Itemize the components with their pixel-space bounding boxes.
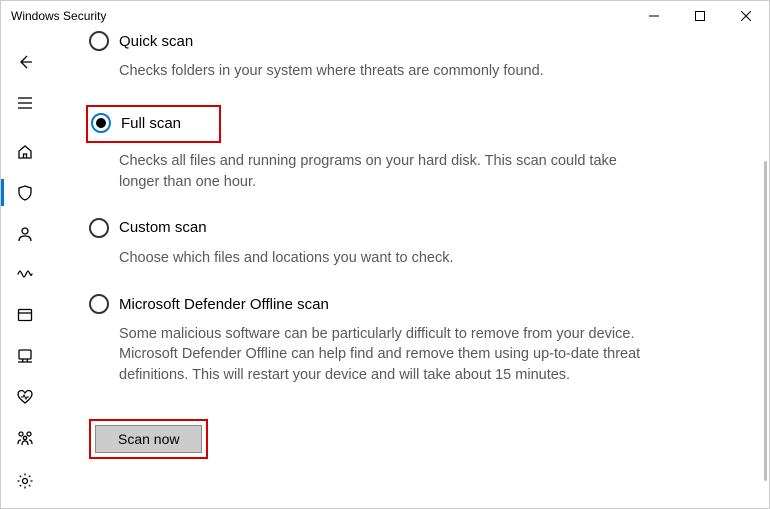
option-title: Microsoft Defender Offline scan [119, 296, 329, 313]
option-title: Quick scan [119, 33, 193, 50]
sidebar-item-firewall[interactable] [5, 255, 45, 294]
radio-icon [89, 294, 109, 314]
option-description: Some malicious software can be particula… [119, 324, 649, 385]
main-content: Quick scan Checks folders in your system… [49, 31, 769, 508]
hamburger-button[interactable] [5, 84, 45, 123]
sidebar-item-family[interactable] [5, 418, 45, 457]
option-description: Checks all files and running programs on… [119, 151, 649, 192]
option-custom-scan: Custom scan Choose which files and locat… [89, 216, 709, 268]
sidebar-item-virus-protection[interactable] [5, 173, 45, 212]
option-description: Choose which files and locations you wan… [119, 248, 649, 268]
sidebar-item-account[interactable] [5, 214, 45, 253]
scrollbar[interactable] [762, 31, 768, 507]
app-browser-icon [16, 306, 34, 324]
window-controls [631, 1, 769, 31]
radio-icon [91, 113, 111, 133]
back-button[interactable] [5, 43, 45, 82]
radio-icon [89, 218, 109, 238]
scrollbar-thumb[interactable] [764, 161, 767, 481]
option-description: Checks folders in your system where thre… [119, 61, 649, 81]
option-offline-scan: Microsoft Defender Offline scan Some mal… [89, 292, 709, 385]
sidebar-item-device-performance[interactable] [5, 377, 45, 416]
radio-custom-scan[interactable]: Custom scan [89, 216, 709, 240]
radio-offline-scan[interactable]: Microsoft Defender Offline scan [89, 292, 709, 316]
highlight-scan-button: Scan now [89, 419, 208, 459]
scan-now-button[interactable]: Scan now [95, 425, 202, 453]
sidebar-item-device-security[interactable] [5, 337, 45, 376]
window-title: Windows Security [11, 9, 631, 23]
heart-icon [16, 388, 34, 406]
sidebar [1, 31, 49, 508]
sidebar-item-settings[interactable] [5, 461, 45, 500]
option-title: Custom scan [119, 219, 207, 236]
sidebar-item-app-browser[interactable] [5, 296, 45, 335]
minimize-button[interactable] [631, 1, 677, 31]
family-icon [16, 429, 34, 447]
hamburger-icon [16, 94, 34, 112]
gear-icon [16, 472, 34, 490]
radio-quick-scan[interactable]: Quick scan [89, 31, 709, 53]
option-full-scan: Full scan Checks all files and running p… [89, 105, 709, 192]
sidebar-item-home[interactable] [5, 132, 45, 171]
titlebar: Windows Security [1, 1, 769, 31]
radio-full-scan[interactable]: Full scan [88, 111, 181, 135]
highlight-full-scan: Full scan [86, 105, 221, 143]
maximize-button[interactable] [677, 1, 723, 31]
person-icon [16, 225, 34, 243]
device-icon [16, 347, 34, 365]
option-quick-scan: Quick scan Checks folders in your system… [89, 31, 709, 81]
close-button[interactable] [723, 1, 769, 31]
option-title: Full scan [121, 115, 181, 132]
network-icon [16, 265, 34, 283]
back-arrow-icon [17, 54, 33, 70]
radio-icon [89, 31, 109, 51]
home-icon [16, 143, 34, 161]
shield-icon [16, 184, 34, 202]
